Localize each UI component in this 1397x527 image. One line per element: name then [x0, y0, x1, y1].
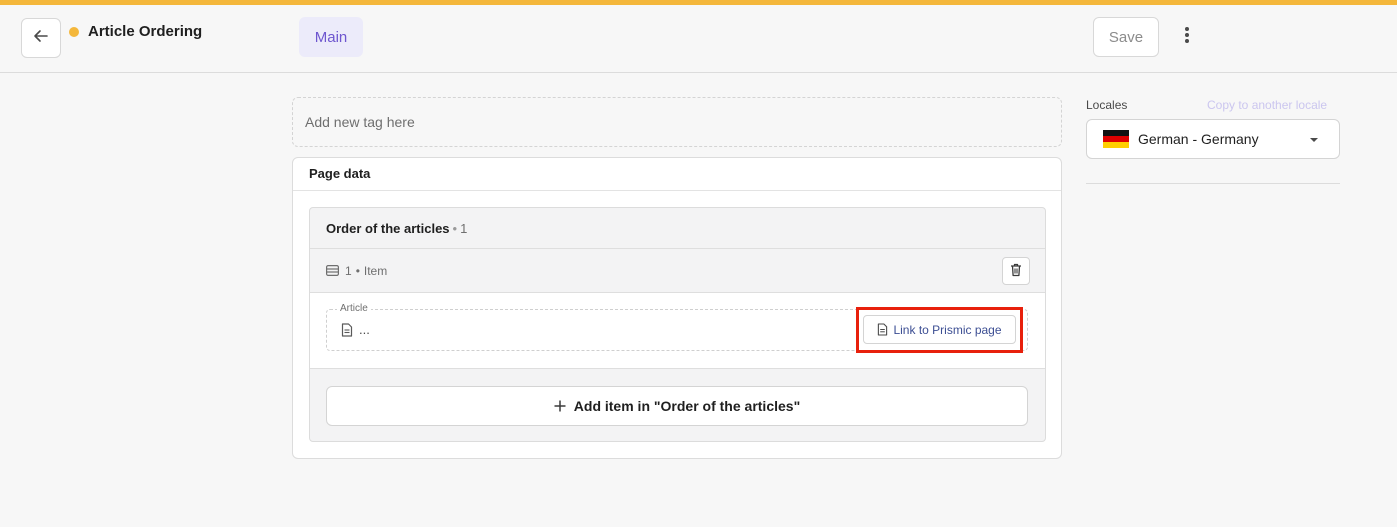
save-button[interactable]: Save	[1093, 17, 1159, 57]
german-flag-icon	[1103, 130, 1129, 148]
item-index: 1	[345, 263, 352, 278]
header-bar: Article Ordering Main Save	[0, 5, 1397, 73]
plus-icon	[554, 400, 566, 412]
group-title: Order of the articles	[326, 221, 450, 236]
article-value-text: ...	[359, 322, 370, 337]
item-bar: 1 • Item	[310, 249, 1045, 293]
highlight-box: Link to Prismic page	[856, 307, 1023, 353]
tab-main[interactable]: Main	[299, 17, 363, 57]
add-item-button[interactable]: Add item in "Order of the articles"	[326, 386, 1028, 426]
more-vertical-icon	[1184, 26, 1190, 49]
page-data-title: Page data	[293, 158, 1061, 191]
add-item-label: Add item in "Order of the articles"	[573, 398, 801, 414]
item-separator: •	[355, 263, 360, 278]
item-body: Article ... Link to Prismic page	[310, 293, 1045, 369]
lines-icon	[326, 265, 339, 276]
repeatable-group: Order of the articles • 1 1 • Item Article	[309, 207, 1046, 442]
group-separator: •	[452, 221, 458, 236]
article-field-value: ...	[341, 322, 370, 337]
document-title: Article Ordering	[88, 23, 203, 40]
group-count: 1	[460, 221, 468, 236]
item-label: Item	[363, 263, 388, 278]
copy-to-another-locale-link[interactable]: Copy to another locale	[1207, 97, 1327, 113]
link-button-label: Link to Prismic page	[893, 322, 1002, 337]
locales-divider	[1086, 183, 1340, 184]
tag-input[interactable]: Add new tag here	[292, 97, 1062, 147]
delete-item-button[interactable]	[1002, 257, 1030, 285]
group-header: Order of the articles • 1	[310, 208, 1045, 249]
document-icon	[341, 322, 353, 337]
trash-icon	[1010, 263, 1022, 280]
status-dot	[69, 27, 79, 37]
chevron-down-icon	[1309, 137, 1319, 143]
document-icon	[877, 323, 888, 336]
locale-selected-value: German - Germany	[1138, 131, 1259, 147]
link-to-prismic-page-button[interactable]: Link to Prismic page	[863, 315, 1016, 344]
locales-label: Locales	[1086, 98, 1128, 112]
arrow-left-icon	[33, 28, 49, 49]
back-button[interactable]	[21, 18, 61, 58]
more-options-button[interactable]	[1172, 22, 1202, 52]
page-data-card: Page data Order of the articles • 1 1 • It…	[292, 157, 1062, 459]
article-link-field[interactable]: Article ... Link to Prismic page	[326, 303, 1028, 353]
locale-select[interactable]: German - Germany	[1086, 119, 1340, 159]
article-field-label: Article	[337, 303, 371, 315]
